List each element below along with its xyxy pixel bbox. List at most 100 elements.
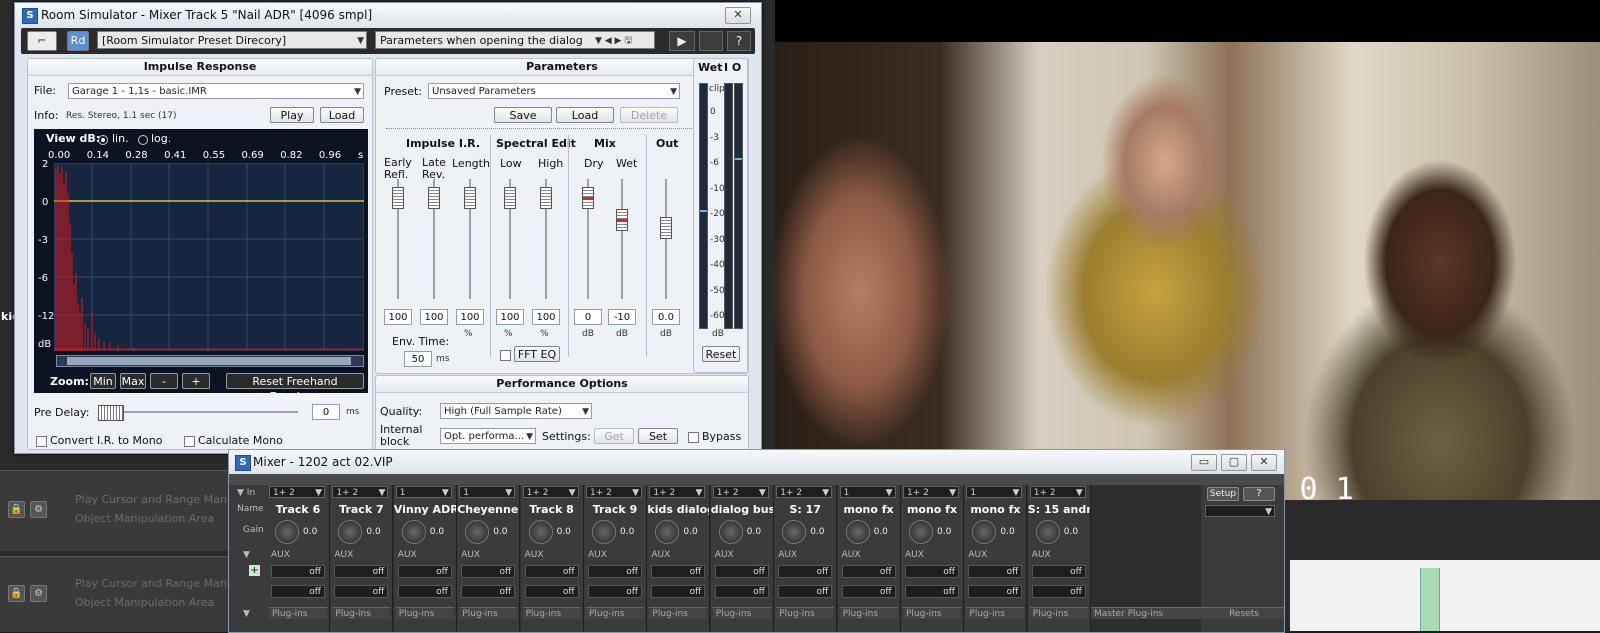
aux-send-2[interactable]: off (271, 585, 325, 598)
plugins-button[interactable]: Plug-ins (649, 607, 708, 619)
convert-mono-checkbox[interactable] (36, 436, 47, 447)
help-button[interactable]: ? (1243, 487, 1275, 501)
aux-send-1[interactable]: off (714, 565, 769, 578)
plugins-button[interactable]: Plug-ins (522, 607, 581, 619)
aux-send-1[interactable]: off (461, 565, 516, 578)
settings-get-button[interactable]: Get (594, 428, 634, 444)
early-refl-slider-knob[interactable] (392, 187, 404, 209)
channel-input-dropdown[interactable]: 1 ▼ (839, 486, 896, 498)
params-mode-dropdown[interactable]: Parameters when opening the dialog ▼ ◀ ▶ … (375, 31, 655, 49)
preset-delete-button[interactable]: Delete (620, 107, 678, 123)
calculate-mono-checkbox[interactable] (184, 436, 195, 447)
aux-send-1[interactable]: off (588, 565, 642, 578)
gain-knob[interactable] (465, 520, 490, 544)
aux-send-1[interactable]: off (1031, 565, 1086, 578)
plugins-button[interactable]: Plug-ins (903, 607, 961, 619)
plugins-button[interactable]: Plug-ins (586, 607, 644, 619)
lock-icon[interactable]: 🔒 (8, 501, 25, 518)
add-aux-button[interactable]: + (249, 565, 260, 576)
high-slider-knob[interactable] (540, 187, 552, 209)
length-slider-knob[interactable] (464, 187, 476, 209)
channel-name[interactable]: S: 15 androi (1028, 503, 1090, 516)
channel-name[interactable]: kids dialog (647, 503, 709, 516)
mixer-channel[interactable]: 1+ 2 ▼ S: 15 androi 0.0 AUX off off Plug-ins (1027, 485, 1091, 632)
aux-send-1[interactable]: off (271, 565, 325, 578)
internal-block-dropdown[interactable]: Opt. performa... ▼ (440, 428, 536, 444)
bypass-checkbox[interactable] (688, 432, 699, 443)
channel-name[interactable]: mono fx (901, 503, 963, 516)
room-title-bar[interactable]: S Room Simulator - Mixer Track 5 "Nail A… (15, 3, 761, 27)
high-value[interactable]: 100 (532, 309, 560, 325)
scrollbar-thumb[interactable] (67, 357, 351, 365)
wet-value[interactable]: -10 (608, 309, 636, 325)
gain-knob[interactable] (338, 520, 363, 544)
chevron-down-icon[interactable]: ▼ (243, 609, 250, 619)
master-plugins-button[interactable]: Master Plug-ins (1091, 607, 1201, 619)
channel-name[interactable]: mono fx (838, 503, 900, 516)
gain-knob[interactable] (972, 520, 997, 544)
zoom-max-button[interactable]: Max (120, 373, 146, 389)
late-rev-value[interactable]: 100 (420, 309, 448, 325)
channel-name[interactable]: Track 8 (521, 503, 583, 516)
zoom-min-button[interactable]: Min (90, 373, 116, 389)
mixer-channel[interactable]: 1+ 2 ▼ dialog buss 0.0 AUX off off Plug-ins (710, 485, 774, 632)
minimize-button[interactable]: ▭ (1191, 454, 1217, 471)
mixer-channel[interactable]: 1+ 2 ▼ kids dialog 0.0 AUX off off Plug-ins (647, 485, 711, 632)
play-icon[interactable]: ▶ (669, 31, 695, 51)
late-rev-slider-knob[interactable] (428, 187, 440, 209)
aux-send-2[interactable]: off (778, 585, 833, 598)
reset-envelope-button[interactable]: Reset Freehand Envelope (226, 373, 364, 403)
arrows-icon[interactable]: ▼ ◀ ▶ 🖫 (595, 32, 632, 50)
settings-set-button[interactable]: Set (638, 428, 678, 444)
fft-eq-button[interactable]: FFT EQ (514, 346, 560, 362)
channel-name[interactable]: Track 7 (330, 503, 392, 516)
plugins-button[interactable]: Plug-ins (332, 607, 391, 619)
zoom-out-button[interactable]: - (150, 373, 178, 389)
dry-slider-knob[interactable] (582, 187, 594, 209)
stop-button[interactable] (699, 31, 723, 51)
plugins-button[interactable]: Plug-ins (966, 607, 1025, 619)
aux-send-2[interactable]: off (841, 585, 896, 598)
lin-radio[interactable] (98, 135, 108, 145)
plugins-button[interactable]: Plug-ins (459, 607, 518, 619)
dry-value[interactable]: 0 (574, 309, 602, 325)
mixer-channel[interactable]: 1 ▼ mono fx 0.0 AUX off off Plug-ins (964, 485, 1028, 632)
early-refl-value[interactable]: 100 (384, 309, 412, 325)
gain-knob[interactable] (909, 520, 933, 544)
channel-input-dropdown[interactable]: 1+ 2 ▼ (269, 486, 325, 498)
plugins-button[interactable]: Plug-ins (712, 607, 771, 619)
resets-button[interactable]: Resets (1201, 607, 1284, 619)
gain-knob[interactable] (401, 520, 426, 544)
mixer-channel[interactable]: 1+ 2 ▼ Track 6 0.0 AUX off off Plug-ins (267, 485, 330, 632)
mixer-channel[interactable]: 1+ 2 ▼ Track 8 0.0 AUX off off Plug-ins (520, 485, 584, 632)
mixer-channel[interactable]: 1 ▼ mono fx 0.0 AUX off off Plug-ins (837, 485, 901, 632)
gear-icon[interactable]: ⚙ (30, 585, 47, 602)
plugins-button[interactable]: Plug-ins (1029, 607, 1088, 619)
aux-send-1[interactable]: off (968, 565, 1023, 578)
aux-send-2[interactable]: off (588, 585, 642, 598)
gain-knob[interactable] (1035, 520, 1060, 544)
timeline-strip[interactable] (1290, 560, 1600, 631)
gain-knob[interactable] (655, 520, 680, 544)
gain-knob[interactable] (845, 520, 870, 544)
aux-send-1[interactable]: off (651, 565, 706, 578)
video-preview[interactable]: 00:11:00:01 (775, 0, 1600, 500)
gain-knob[interactable] (275, 520, 299, 544)
preset-directory-dropdown[interactable]: [Room Simulator Preset Direcory] ▼ (97, 31, 367, 49)
channel-input-dropdown[interactable]: 1+ 2 ▼ (522, 486, 579, 498)
setup-button[interactable]: Setup (1207, 487, 1239, 501)
mixer-channel[interactable]: 1+ 2 ▼ mono fx 0.0 AUX off off Plug-ins (901, 485, 964, 632)
close-button[interactable]: ✕ (1251, 454, 1277, 471)
plugins-button[interactable]: Plug-ins (839, 607, 898, 619)
aux-send-1[interactable]: off (334, 565, 389, 578)
gear-icon[interactable]: ⚙ (30, 501, 47, 518)
aux-send-2[interactable]: off (397, 585, 452, 598)
aux-send-2[interactable]: off (1031, 585, 1086, 598)
channel-input-dropdown[interactable]: 1 ▼ (395, 486, 452, 498)
plugins-button[interactable]: Plug-ins (776, 607, 835, 619)
preset-save-button[interactable]: Save (494, 107, 552, 123)
aux-send-2[interactable]: off (714, 585, 769, 598)
out-value[interactable]: 0.0 (652, 309, 680, 325)
channel-name[interactable]: Vinny ADR (394, 503, 456, 516)
out-slider-knob[interactable] (660, 217, 672, 239)
